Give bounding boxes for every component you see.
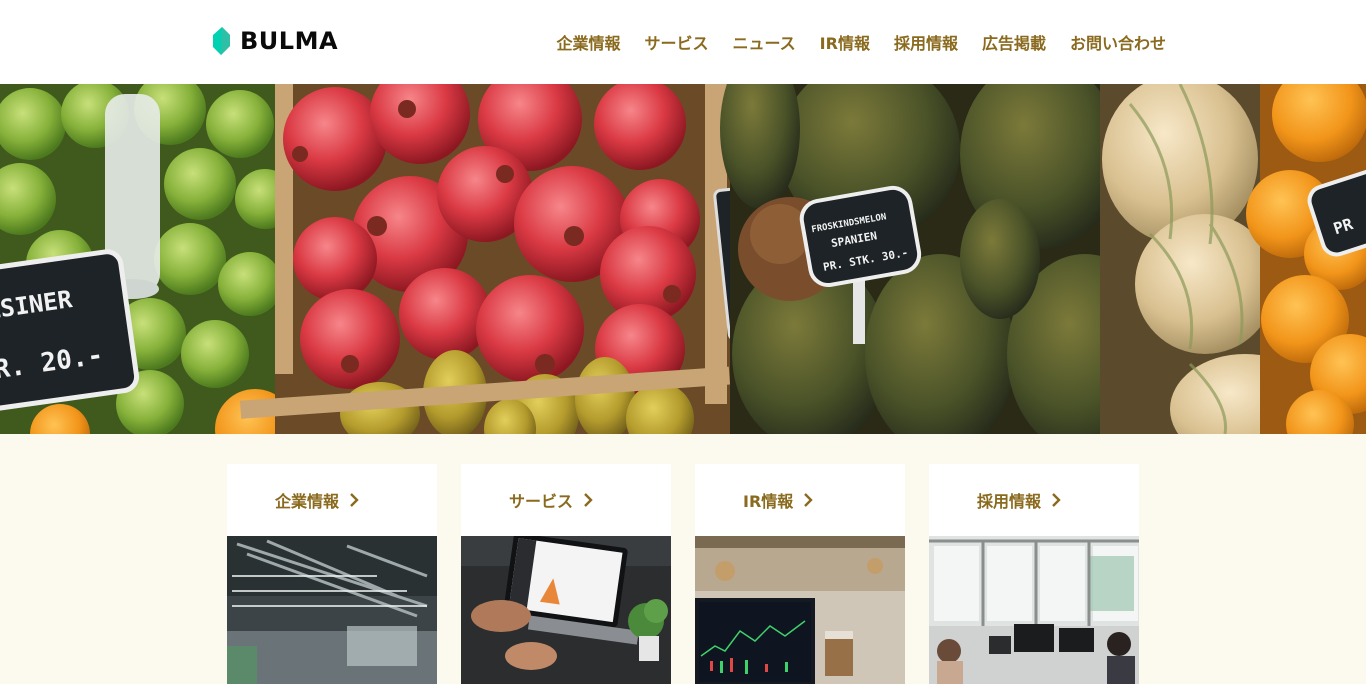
stock-chart-image — [695, 536, 905, 684]
chevron-right-icon — [584, 493, 593, 507]
card-recruit-link[interactable]: 採用情報 — [929, 464, 1139, 536]
card-title: 企業情報 — [275, 492, 340, 511]
nav-item-company[interactable]: 企業情報 — [556, 30, 620, 54]
nav-item-services[interactable]: サービス — [644, 30, 708, 54]
navbar: BULMA 企業情報 サービス ニュース IR情報 採用情報 広告掲載 お問い合… — [0, 0, 1366, 84]
office-interior-image — [227, 536, 437, 684]
nav-item-contact[interactable]: お問い合わせ — [1070, 30, 1166, 54]
chevron-right-icon — [1052, 493, 1061, 507]
chevron-right-icon — [350, 493, 359, 507]
brand-logo-link[interactable]: BULMA — [210, 26, 338, 56]
nav-item-recruit[interactable]: 採用情報 — [894, 30, 958, 54]
brand-name: BULMA — [240, 27, 339, 55]
nav-item-ir[interactable]: IR情報 — [820, 30, 870, 54]
card-ir-link[interactable]: IR情報 — [695, 464, 905, 536]
hero-produce-image: LSINER R. 20.- FROSKINDSMELON SPANIEN PR… — [0, 84, 1366, 434]
card-company[interactable]: 企業情報 — [227, 464, 437, 684]
chevron-right-icon — [804, 493, 813, 507]
hero-banner: LSINER R. 20.- FROSKINDSMELON SPANIEN PR… — [0, 84, 1366, 434]
workplace-image — [929, 536, 1139, 684]
category-cards: 企業情報 サービス IR情報 採用情報 — [227, 464, 1139, 684]
card-title: サービス — [509, 492, 574, 511]
nav-item-news[interactable]: ニュース — [732, 30, 795, 54]
bulma-logo-icon — [213, 27, 230, 55]
nav-item-advertising[interactable]: 広告掲載 — [982, 30, 1046, 54]
card-services[interactable]: サービス — [461, 464, 671, 684]
card-title: IR情報 — [743, 492, 794, 511]
card-services-link[interactable]: サービス — [461, 464, 671, 536]
card-ir[interactable]: IR情報 — [695, 464, 905, 684]
laptop-meeting-image — [461, 536, 671, 684]
nav-menu: 企業情報 サービス ニュース IR情報 採用情報 広告掲載 お問い合わせ — [556, 0, 1166, 84]
card-title: 採用情報 — [977, 492, 1042, 511]
card-recruit[interactable]: 採用情報 — [929, 464, 1139, 684]
card-company-link[interactable]: 企業情報 — [227, 464, 437, 536]
